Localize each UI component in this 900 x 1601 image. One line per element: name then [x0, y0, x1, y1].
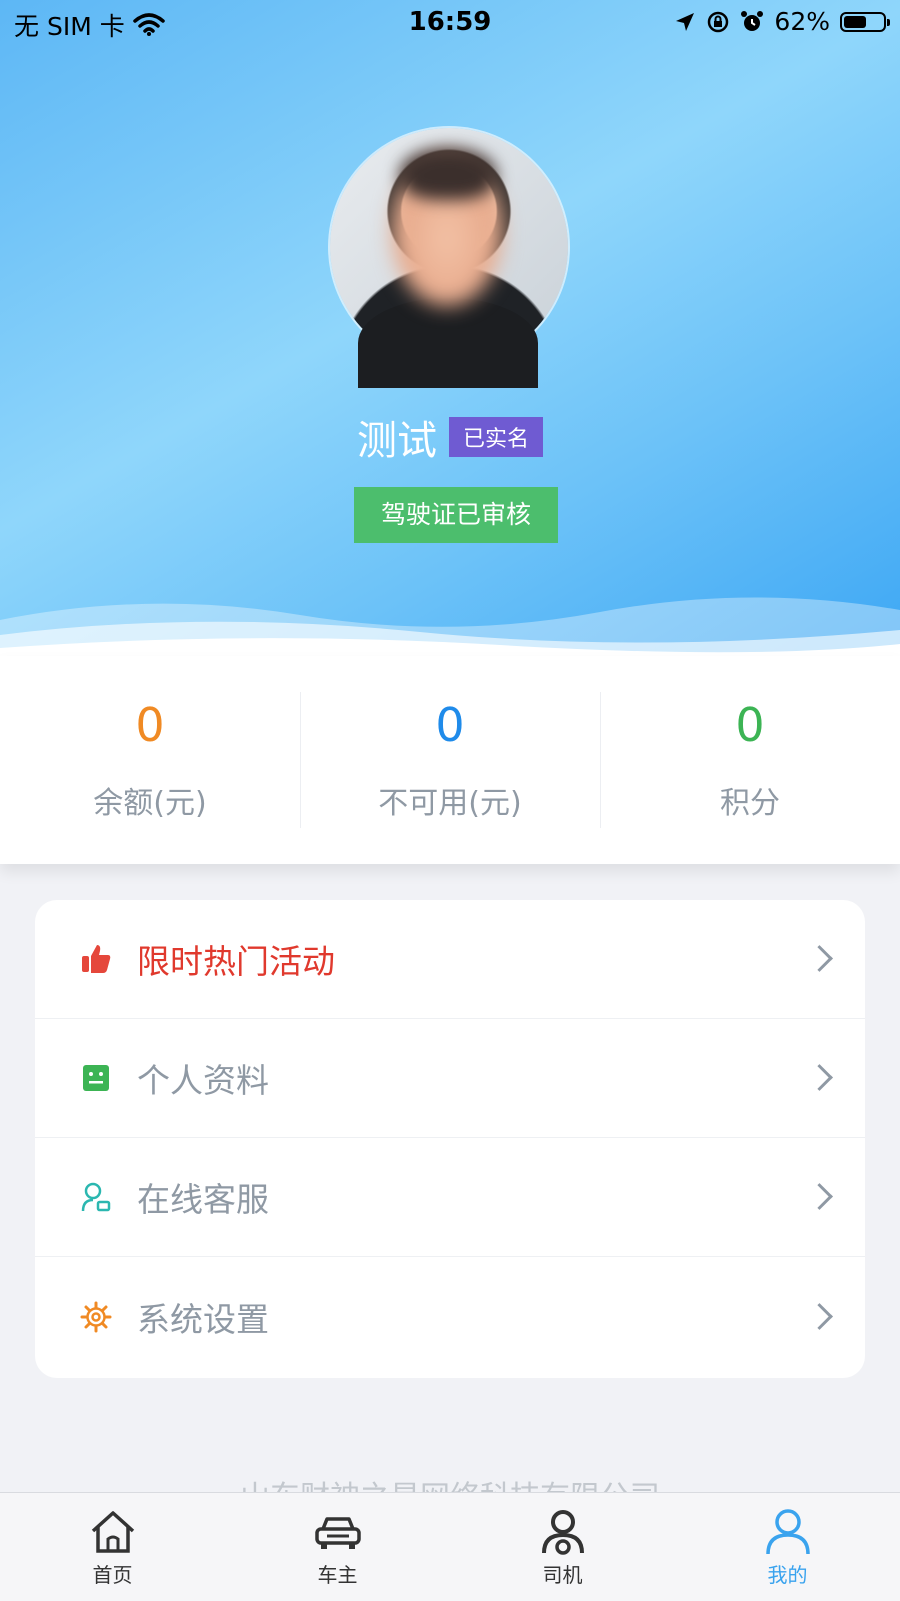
user-name: 测试: [356, 418, 437, 464]
stat-value: 0: [435, 698, 465, 752]
thumbs-up-icon: [79, 942, 113, 976]
location-arrow-icon: [676, 12, 695, 31]
menu-item-profile[interactable]: 个人资料: [35, 1019, 865, 1138]
tab-mine[interactable]: 我的: [675, 1493, 900, 1601]
tab-label: 首页: [92, 1563, 133, 1587]
home-icon: [91, 1511, 134, 1553]
stat-unavailable[interactable]: 0 不可用(元): [300, 656, 600, 864]
tab-bar: 首页 车主 司机 我的: [0, 1492, 900, 1601]
battery-icon: [840, 11, 890, 32]
menu-label: 在线客服: [137, 1180, 269, 1219]
wave-decoration: [0, 597, 900, 660]
license-status-badge[interactable]: 驾驶证已审核: [354, 487, 558, 543]
status-bar: 无 SIM 卡 16:59 62%: [0, 0, 900, 46]
menu-item-settings[interactable]: 系统设置: [35, 1257, 865, 1376]
stat-points[interactable]: 0 积分: [600, 656, 900, 864]
driver-icon: [541, 1510, 584, 1555]
tab-label: 司机: [542, 1563, 583, 1587]
chevron-right-icon: [806, 945, 833, 972]
alarm-icon: [741, 10, 764, 31]
stat-label: 不可用(元): [378, 786, 522, 821]
gear-icon: [79, 1300, 113, 1334]
battery-fill: [844, 15, 867, 28]
stat-label: 积分: [720, 786, 780, 821]
menu-item-customer-service[interactable]: 在线客服: [35, 1138, 865, 1257]
car-icon: [314, 1517, 361, 1549]
menu-item-hot-activity[interactable]: 限时热门活动: [35, 900, 865, 1019]
tab-label: 车主: [317, 1563, 358, 1587]
menu-list: 限时热门活动 个人资料 在线客服 系统设置: [35, 900, 865, 1378]
stat-balance[interactable]: 0 余额(元): [0, 656, 300, 864]
tab-driver[interactable]: 司机: [450, 1493, 675, 1601]
chevron-right-icon: [806, 1183, 833, 1210]
chevron-right-icon: [806, 1064, 833, 1091]
stat-label: 余额(元): [93, 786, 207, 821]
tab-owner[interactable]: 车主: [225, 1493, 450, 1601]
battery-percent: 62%: [774, 7, 830, 36]
stat-value: 0: [135, 698, 165, 752]
user-icon: [765, 1509, 810, 1555]
menu-label: 限时热门活动: [137, 942, 335, 981]
tab-home[interactable]: 首页: [0, 1493, 225, 1601]
avatar[interactable]: [330, 128, 568, 388]
name-row: 测试 已实名: [0, 408, 900, 466]
customer-service-icon: [79, 1180, 113, 1214]
tab-label: 我的: [767, 1563, 808, 1587]
stats-panel: 0 余额(元) 0 不可用(元) 0 积分: [0, 656, 900, 864]
status-right: 62%: [674, 7, 890, 36]
chevron-right-icon: [806, 1302, 833, 1330]
profile-card-icon: [79, 1061, 113, 1095]
menu-label: 系统设置: [137, 1299, 269, 1339]
stat-value: 0: [735, 698, 765, 752]
verified-badge: 已实名: [448, 417, 543, 457]
profile-header: 无 SIM 卡 16:59 62% 测试 已实名 驾驶证已审核: [0, 0, 900, 660]
menu-label: 个人资料: [137, 1061, 269, 1100]
rotation-lock-icon: [708, 11, 729, 32]
